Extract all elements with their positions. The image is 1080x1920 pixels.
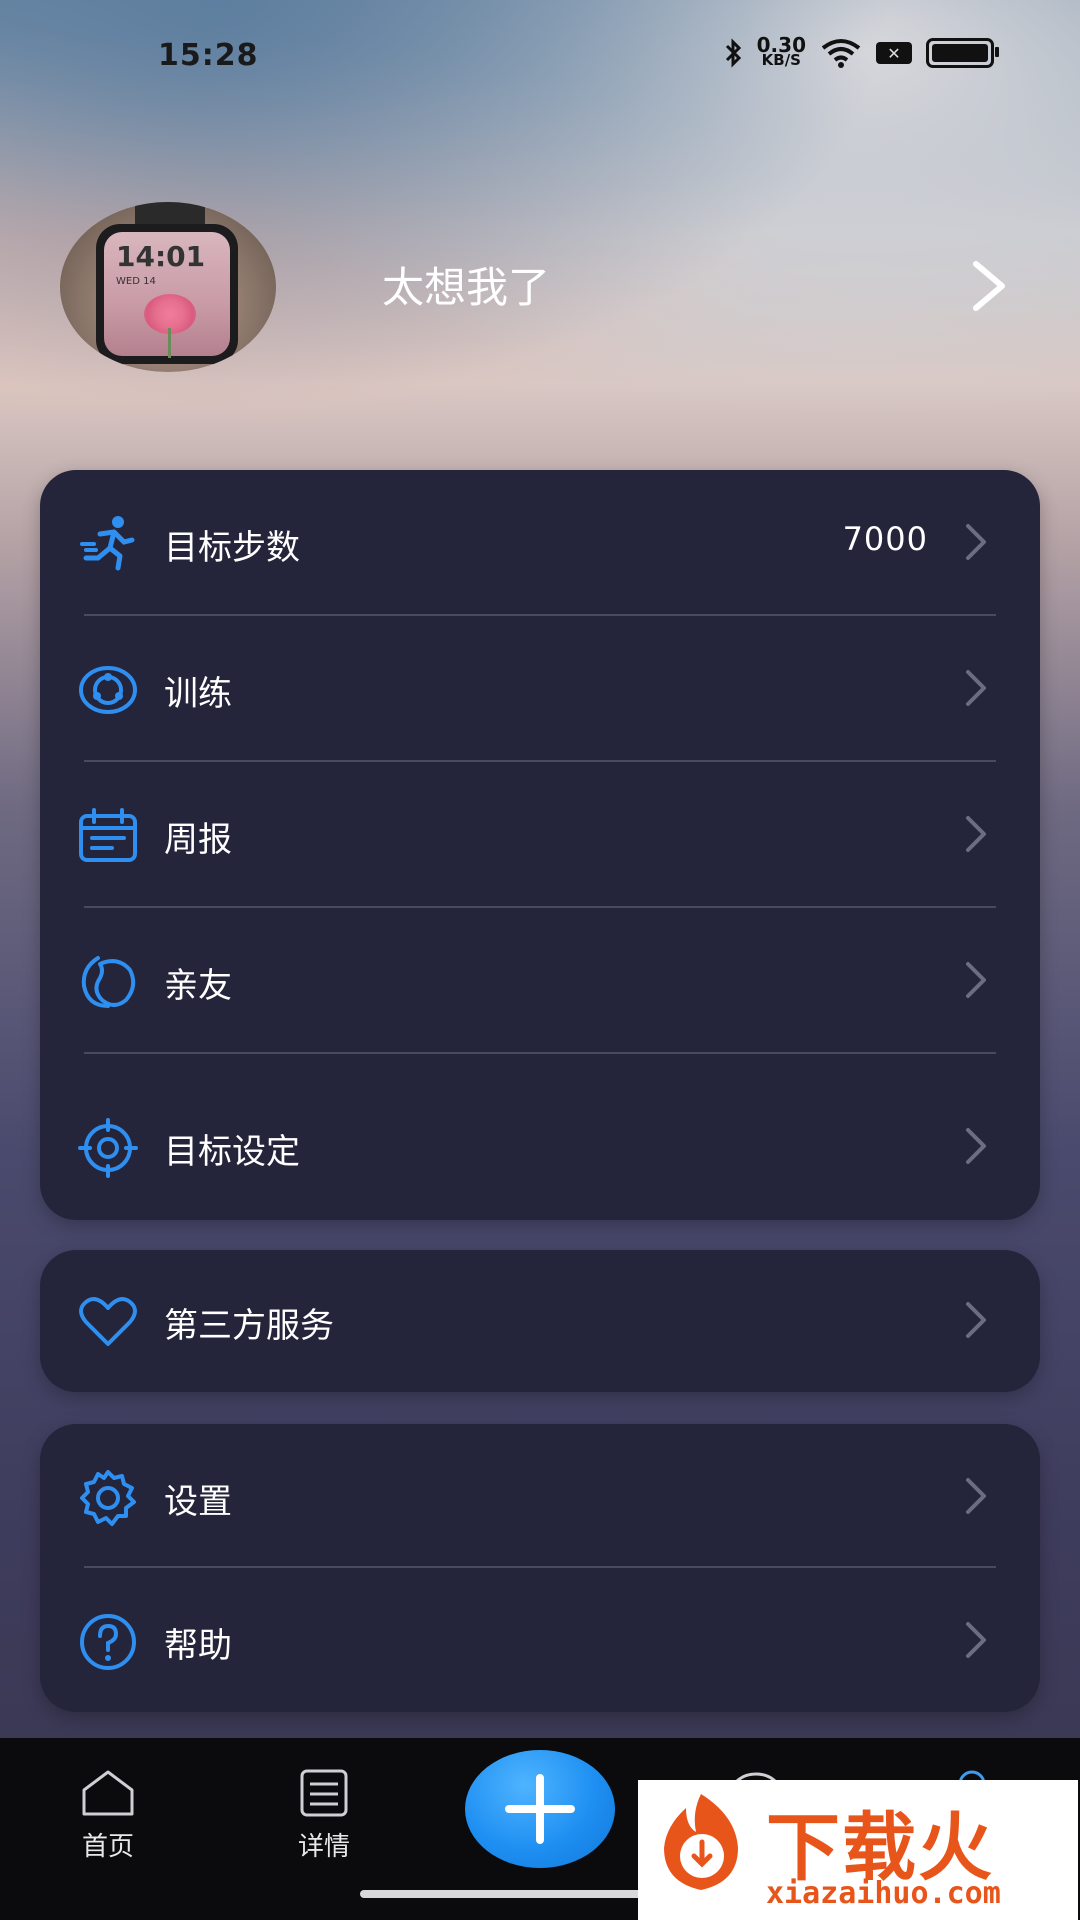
flower-stem <box>168 328 171 358</box>
bluetooth-icon <box>725 38 741 68</box>
battery-icon <box>926 38 999 68</box>
profile-header[interactable]: 14:01 WED 14 太想我了 <box>0 196 1080 376</box>
menu-item-label: 帮助 <box>164 1626 232 1666</box>
wifi-icon <box>821 39 861 68</box>
menu-item-label: 目标步数 <box>164 528 300 568</box>
watermark: 下载火 xiazaihuo.com <box>638 1780 1078 1920</box>
calendar-icon <box>79 808 137 862</box>
chevron-right-icon <box>966 962 986 998</box>
nav-label: 首页 <box>81 1832 134 1862</box>
friends-icon <box>81 956 136 1008</box>
avatar[interactable]: 14:01 WED 14 <box>60 202 276 372</box>
divider <box>84 1052 996 1054</box>
menu-item-label: 周报 <box>164 820 232 860</box>
status-icons: 0.30 KB/S ✕ <box>723 35 999 69</box>
menu-item-label: 亲友 <box>164 966 232 1006</box>
running-icon <box>80 516 135 571</box>
net-speed: 0.30 KB/S <box>757 35 806 69</box>
chevron-right-icon <box>966 1302 986 1338</box>
menu-card-main: 目标步数 7000 训练 周报 亲友 目标设定 <box>40 470 1040 1220</box>
menu-item-friends[interactable]: 亲友 <box>40 908 1040 1054</box>
chevron-right-icon <box>966 1478 986 1514</box>
avatar-watch-time: 14:01 <box>116 240 206 273</box>
menu-item-label: 训练 <box>164 674 232 714</box>
avatar-watch-date: WED 14 <box>116 276 156 287</box>
heart-icon <box>79 1297 137 1346</box>
list-icon <box>300 1769 348 1817</box>
status-time: 15:28 <box>158 38 259 73</box>
target-icon <box>78 1118 138 1178</box>
menu-item-third-party[interactable]: 第三方服务 <box>40 1248 1040 1394</box>
chevron-right-icon <box>966 670 986 706</box>
help-icon <box>80 1614 136 1670</box>
chevron-right-icon[interactable] <box>968 258 1010 314</box>
home-icon <box>82 1770 134 1816</box>
menu-item-training[interactable]: 训练 <box>40 616 1040 762</box>
menu-card-services: 第三方服务 <box>40 1250 1040 1392</box>
nav-details[interactable]: 详情 <box>264 1768 384 1863</box>
watch-screen: 14:01 WED 14 <box>104 232 230 358</box>
menu-item-label: 设置 <box>164 1482 232 1522</box>
add-button[interactable] <box>465 1750 615 1868</box>
sim-x-icon: ✕ <box>876 42 912 64</box>
chevron-right-icon <box>966 1622 986 1658</box>
menu-card-settings: 设置 帮助 <box>40 1424 1040 1712</box>
nav-home[interactable]: 首页 <box>48 1768 168 1863</box>
net-speed-unit: KB/S <box>761 51 801 69</box>
profile-name: 太想我了 <box>382 263 551 312</box>
plus-icon <box>505 1774 575 1844</box>
chevron-right-icon <box>966 524 986 560</box>
menu-item-label: 第三方服务 <box>164 1306 334 1346</box>
menu-item-weekly-report[interactable]: 周报 <box>40 762 1040 908</box>
goal-steps-value: 7000 <box>842 520 928 558</box>
flame-logo-icon <box>664 1794 738 1890</box>
chevron-right-icon <box>966 1128 986 1164</box>
training-icon <box>79 666 137 714</box>
gear-icon <box>80 1470 136 1526</box>
menu-item-settings[interactable]: 设置 <box>40 1424 1040 1570</box>
menu-item-help[interactable]: 帮助 <box>40 1568 1040 1714</box>
menu-item-goal-steps[interactable]: 目标步数 7000 <box>40 470 1040 616</box>
status-bar: 15:28 0.30 KB/S ✕ <box>0 0 1080 110</box>
watermark-url: xiazaihuo.com <box>766 1876 1001 1911</box>
nav-label: 详情 <box>297 1832 350 1862</box>
avatar-watch: 14:01 WED 14 <box>96 224 238 364</box>
chevron-right-icon <box>966 816 986 852</box>
menu-item-label: 目标设定 <box>164 1132 300 1172</box>
menu-item-goal-setting[interactable]: 目标设定 <box>40 1074 1040 1220</box>
